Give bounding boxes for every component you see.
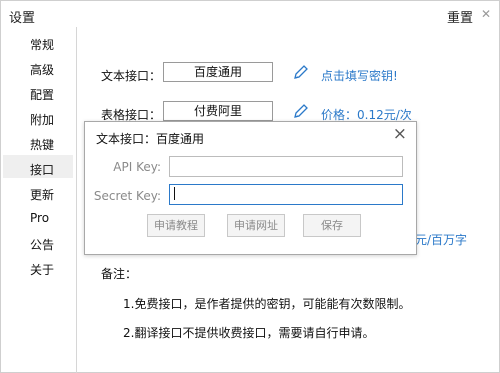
api-key-input[interactable] bbox=[169, 156, 403, 177]
sidebar-item-config[interactable]: 配置 bbox=[30, 86, 54, 103]
sidebar-item-api[interactable]: 接口 bbox=[30, 161, 54, 178]
secret-key-label: Secret Key: bbox=[93, 189, 161, 203]
secret-key-input[interactable] bbox=[169, 184, 403, 205]
pencil-icon[interactable] bbox=[293, 103, 309, 119]
reset-button[interactable]: 重置 bbox=[447, 7, 473, 26]
close-icon[interactable]: ✕ bbox=[481, 7, 491, 21]
sidebar-item-hotkey[interactable]: 热键 bbox=[30, 136, 54, 153]
text-api-label: 文本接口： bbox=[101, 69, 162, 83]
save-button[interactable]: 保存 bbox=[303, 214, 361, 237]
text-api-select[interactable]: 百度通用 bbox=[163, 62, 273, 82]
notes-title: 备注： bbox=[101, 267, 138, 281]
settings-window: 设置 重置 ✕ 常规 高级 配置 附加 热键 接口 更新 Pro 公告 关于 文… bbox=[0, 0, 500, 373]
note-item: 1.免费接口，是作者提供的密钥，可能能有次数限制。 bbox=[123, 297, 411, 311]
sidebar-item-about[interactable]: 关于 bbox=[30, 261, 54, 278]
api-key-dialog: 文本接口：百度通用 × API Key: Secret Key: 申请教程 申请… bbox=[84, 121, 417, 255]
sidebar-item-general[interactable]: 常规 bbox=[30, 36, 54, 53]
sidebar-item-advanced[interactable]: 高级 bbox=[30, 61, 54, 78]
apply-url-button[interactable]: 申请网址 bbox=[227, 214, 285, 237]
pencil-icon[interactable] bbox=[293, 64, 309, 80]
text-cursor bbox=[174, 187, 175, 200]
sidebar-item-addon[interactable]: 附加 bbox=[30, 111, 54, 128]
dialog-title: 文本接口：百度通用 bbox=[96, 132, 205, 146]
sidebar-item-pro[interactable]: Pro bbox=[30, 211, 49, 225]
sidebar-item-update[interactable]: 更新 bbox=[30, 186, 54, 203]
table-api-select[interactable]: 付费阿里 bbox=[163, 101, 273, 121]
apply-tutorial-button[interactable]: 申请教程 bbox=[147, 214, 205, 237]
fill-key-link[interactable]: 点击填写密钥! bbox=[321, 67, 398, 84]
sidebar: 常规 高级 配置 附加 热键 接口 更新 Pro 公告 关于 bbox=[1, 27, 77, 373]
hidden-price-tail: 元/百万字 bbox=[415, 233, 468, 247]
close-icon[interactable]: × bbox=[393, 126, 407, 143]
window-title: 设置 bbox=[9, 11, 36, 26]
api-key-label: API Key: bbox=[113, 160, 161, 174]
note-item: 2.翻译接口不提供收费接口，需要请自行申请。 bbox=[123, 326, 375, 340]
sidebar-item-notice[interactable]: 公告 bbox=[30, 236, 54, 253]
